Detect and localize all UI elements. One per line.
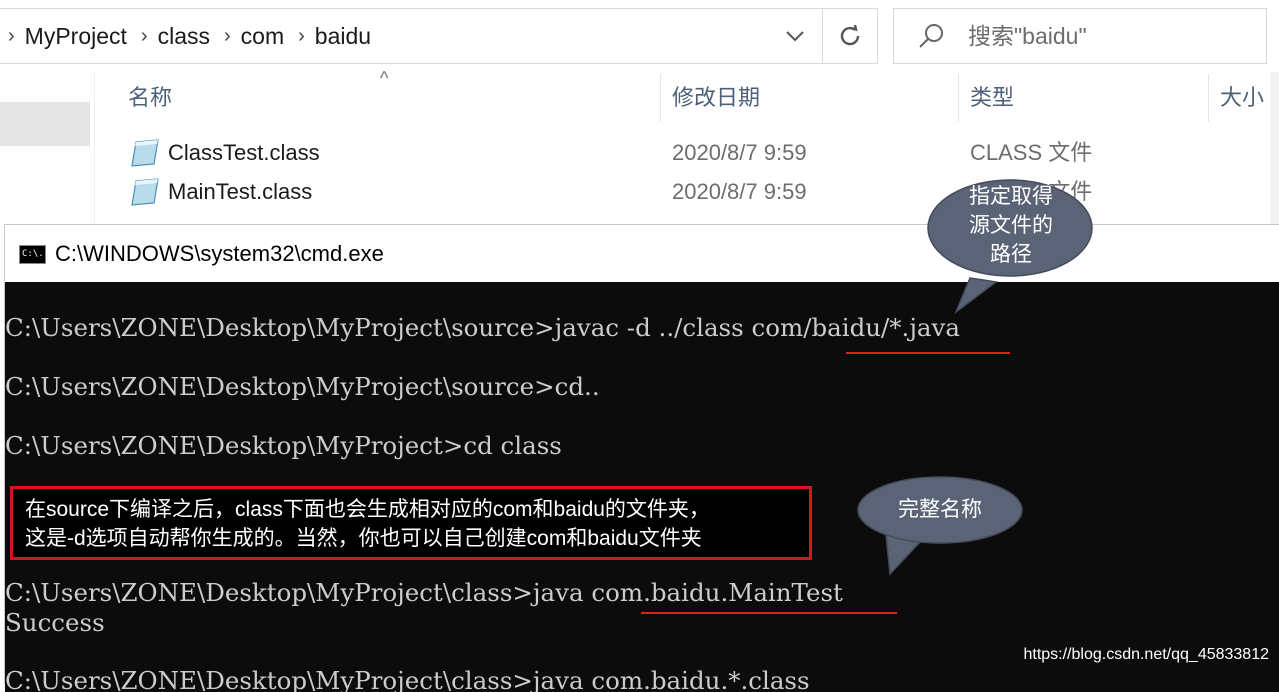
chevron-right-icon: › (8, 24, 15, 47)
chevron-right-icon: › (140, 24, 148, 47)
breadcrumb: › MyProject › class › com › baidu (8, 9, 385, 63)
explorer-toolbar: › MyProject › class › com › baidu 搜索"bai… (0, 0, 1279, 72)
bubble-line: 路径 (990, 243, 1032, 266)
bubble-line: 源文件的 (969, 214, 1053, 237)
column-divider[interactable] (1208, 74, 1209, 122)
refresh-icon (840, 24, 860, 46)
refresh-button[interactable] (823, 9, 877, 63)
file-list-scrollbar[interactable] (1270, 72, 1279, 232)
bubble-name-text: 完整名称 (898, 498, 982, 521)
file-row[interactable]: MainTest.class 2020/8/7 9:59 CLASS 文件 (120, 173, 1270, 211)
breadcrumb-item-baidu[interactable]: baidu (315, 23, 371, 50)
source-path-underline (846, 352, 1010, 354)
breadcrumb-item-myproject[interactable]: MyProject (25, 23, 127, 50)
bubble-path-text: 指定取得 源文件的 路径 (926, 182, 1096, 269)
note-line: 这是-d选项自动帮你生成的。当然，你也可以自己创建com和baidu文件夹 (25, 527, 702, 550)
nav-pane-selected-item[interactable] (0, 102, 90, 146)
watermark: https://blog.csdn.net/qq_45833812 (1023, 646, 1269, 663)
column-header-size[interactable]: 大小 (1220, 80, 1264, 116)
console-line: Success (5, 608, 105, 637)
note-line: 在source下编译之后，class下面也会生成相对应的com和baidu的文件… (25, 498, 710, 521)
console-line: C:\Users\ZONE\Desktop\MyProject>cd class (5, 431, 562, 460)
column-divider[interactable] (958, 74, 959, 122)
file-modified: 2020/8/7 9:59 (672, 179, 807, 204)
console-line: C:\Users\ZONE\Desktop\MyProject\class>ja… (5, 578, 843, 607)
breadcrumb-item-com[interactable]: com (241, 23, 284, 50)
column-header-name[interactable]: 名称 (128, 80, 172, 116)
chevron-down-icon (786, 31, 804, 42)
address-bar[interactable]: › MyProject › class › com › baidu (0, 8, 878, 64)
column-header-modified[interactable]: 修改日期 (672, 80, 760, 116)
sort-ascending-icon: ^ (380, 68, 389, 88)
column-divider[interactable] (660, 74, 661, 122)
file-type: CLASS 文件 (970, 140, 1093, 165)
chevron-right-icon: › (298, 24, 305, 47)
chevron-right-icon: › (224, 24, 231, 47)
search-box[interactable]: 搜索"baidu" (893, 8, 1267, 64)
file-name: ClassTest.class (168, 140, 320, 165)
bubble-line: 指定取得 (969, 185, 1053, 208)
console-line: C:\Users\ZONE\Desktop\MyProject\class>ja… (5, 666, 810, 692)
class-name-underline (641, 612, 897, 614)
explanation-note: 在source下编译之后，class下面也会生成相对应的com和baidu的文件… (10, 486, 812, 560)
search-placeholder: 搜索"baidu" (968, 23, 1087, 49)
class-file-icon (131, 139, 159, 167)
class-file-icon (131, 178, 159, 206)
speech-bubble-name (857, 476, 1023, 576)
console-line: C:\Users\ZONE\Desktop\MyProject\source>c… (5, 372, 600, 401)
file-name: MainTest.class (168, 179, 313, 204)
cmd-title: C:\WINDOWS\system32\cmd.exe (55, 241, 384, 266)
address-history-dropdown[interactable] (770, 9, 820, 63)
search-icon (919, 24, 943, 48)
column-header-type[interactable]: 类型 (970, 80, 1014, 116)
console-line: C:\Users\ZONE\Desktop\MyProject\source>j… (5, 313, 960, 342)
file-modified: 2020/8/7 9:59 (672, 140, 807, 165)
breadcrumb-item-class[interactable]: class (158, 23, 210, 50)
file-row[interactable]: ClassTest.class 2020/8/7 9:59 CLASS 文件 (120, 134, 1270, 172)
cmd-icon: C:\. (19, 245, 46, 264)
nav-pane-divider (94, 72, 95, 232)
